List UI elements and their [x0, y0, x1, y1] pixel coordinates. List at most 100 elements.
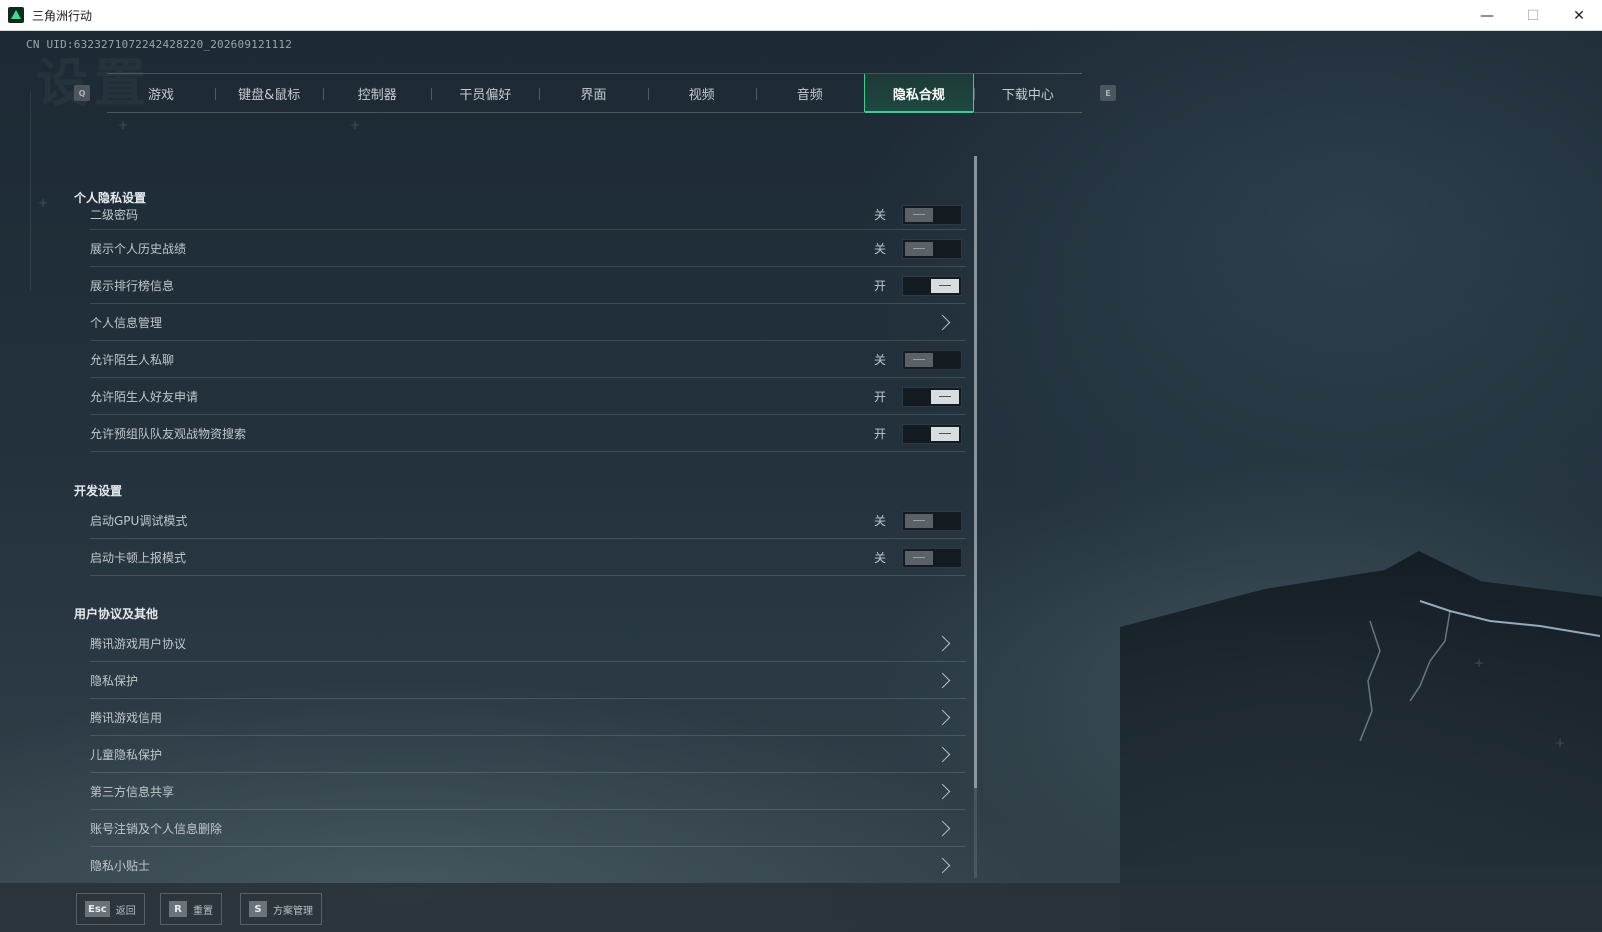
- setting-row[interactable]: 二级密码 关: [90, 200, 966, 230]
- setting-row[interactable]: 展示排行榜信息 开: [90, 268, 966, 304]
- toggle-switch[interactable]: [902, 423, 962, 444]
- toggle-switch[interactable]: [902, 386, 962, 407]
- setting-row[interactable]: 儿童隐私保护: [90, 737, 966, 773]
- setting-label: 允许陌生人私聊: [90, 353, 175, 367]
- settings-screen: 设置 + + + + + CN UID:63232710722424282​20…: [0, 31, 1602, 932]
- tab-next-key-icon[interactable]: E: [1100, 85, 1116, 101]
- toggle-knob: [905, 207, 933, 222]
- decorative-ticks: [30, 91, 46, 291]
- background-mountain: [1120, 551, 1602, 931]
- r-key-icon: R: [169, 901, 187, 917]
- chevron-right-icon: [934, 314, 951, 331]
- settings-tab-bar: Q 游戏 键盘&鼠标 控制器 干员偏好 界面 视频 音频 隐私合规 下载中心 E: [64, 73, 1120, 113]
- tab-item[interactable]: 游戏: [107, 74, 215, 112]
- plus-decoration-icon: +: [350, 118, 361, 132]
- esc-key-icon: Esc: [85, 901, 110, 917]
- tab-item[interactable]: 下载中心: [973, 74, 1082, 112]
- setting-row[interactable]: 腾讯游戏用户协议: [90, 626, 966, 662]
- setting-label: 启动GPU调试模式: [90, 514, 188, 528]
- section-title-agreements: 用户协议及其他: [74, 607, 159, 621]
- plus-decoration-icon: +: [38, 196, 49, 210]
- tab-list: 游戏 键盘&鼠标 控制器 干员偏好 界面 视频 音频 隐私合规 下载中心: [107, 73, 1082, 113]
- tab-item[interactable]: 控制器: [323, 74, 431, 112]
- tab-item[interactable]: 键盘&鼠标: [215, 74, 323, 112]
- reset-label: 重置: [193, 905, 213, 917]
- setting-label: 二级密码: [90, 208, 139, 222]
- toggle-knob: [905, 513, 933, 528]
- toggle-state-text: 关: [873, 242, 886, 256]
- toggle-knob: [905, 241, 933, 256]
- setting-row[interactable]: 允许陌生人好友申请 开: [90, 379, 966, 415]
- setting-row[interactable]: 个人信息管理: [90, 305, 966, 341]
- toggle-knob: [931, 278, 959, 293]
- tab-item[interactable]: 界面: [539, 74, 647, 112]
- setting-row[interactable]: 允许陌生人私聊 关: [90, 342, 966, 378]
- preset-management-label: 方案管理: [273, 905, 313, 917]
- toggle-knob: [905, 550, 933, 565]
- minimize-button[interactable]: —: [1464, 0, 1510, 31]
- toggle-state-text: 关: [873, 353, 886, 367]
- chevron-right-icon: [934, 820, 951, 837]
- setting-row[interactable]: 启动GPU调试模式 关: [90, 503, 966, 539]
- tab-item[interactable]: 音频: [755, 74, 864, 112]
- setting-row[interactable]: 第三方信息共享: [90, 774, 966, 810]
- tab-item[interactable]: 视频: [647, 74, 756, 112]
- setting-label: 隐私小贴士: [90, 859, 151, 873]
- chevron-right-icon: [934, 635, 951, 652]
- setting-label: 允许陌生人好友申请: [90, 390, 199, 404]
- setting-row[interactable]: 允许预组队队友观战物资搜索 开: [90, 416, 966, 452]
- toggle-knob: [931, 426, 959, 441]
- toggle-state-text: 关: [873, 551, 886, 565]
- close-button[interactable]: ✕: [1556, 0, 1602, 31]
- toggle-switch[interactable]: [902, 510, 962, 531]
- tab-item[interactable]: 隐私合规: [863, 74, 974, 113]
- setting-row[interactable]: 启动卡顿上报模式 关: [90, 540, 966, 576]
- scrollbar-thumb[interactable]: [974, 156, 977, 788]
- toggle-state-text: 关: [873, 514, 886, 528]
- plus-decoration-icon: +: [1474, 656, 1485, 670]
- toggle-switch[interactable]: [902, 238, 962, 259]
- maximize-button[interactable]: ☐: [1510, 0, 1556, 31]
- setting-row[interactable]: 展示个人历史战绩 关: [90, 231, 966, 267]
- setting-label: 第三方信息共享: [90, 785, 175, 799]
- setting-label: 账号注销及个人信息删除: [90, 822, 223, 836]
- setting-row[interactable]: 账号注销及个人信息删除: [90, 811, 966, 847]
- chevron-right-icon: [934, 746, 951, 763]
- chevron-right-icon: [934, 857, 951, 874]
- window-titlebar: 三角洲行动 — ☐ ✕: [0, 0, 1602, 31]
- setting-label: 腾讯游戏信用: [90, 711, 163, 725]
- back-button[interactable]: Esc 返回: [76, 893, 145, 925]
- chevron-right-icon: [934, 709, 951, 726]
- setting-label: 个人信息管理: [90, 316, 163, 330]
- toggle-switch[interactable]: [902, 275, 962, 296]
- setting-row[interactable]: 隐私小贴士: [90, 848, 966, 878]
- window-controls: — ☐ ✕: [1464, 0, 1602, 31]
- toggle-knob: [931, 389, 959, 404]
- settings-panel: 个人隐私设置 二级密码关展示个人历史战绩关展示排行榜信息开个人信息管理 允许陌生人私…: [74, 156, 966, 878]
- tab-prev-key-icon[interactable]: Q: [74, 85, 90, 101]
- toggle-state-text: 开: [873, 390, 886, 404]
- reset-button[interactable]: R 重置: [160, 893, 222, 925]
- plus-decoration-icon: +: [1555, 736, 1566, 750]
- toggle-knob: [905, 352, 933, 367]
- player-uid: CN UID:63232710722424282​20_202609121112: [26, 38, 293, 51]
- setting-label: 腾讯游戏用户协议: [90, 637, 187, 651]
- setting-label: 启动卡顿上报模式: [90, 551, 187, 565]
- setting-label: 儿童隐私保护: [90, 748, 163, 762]
- toggle-switch[interactable]: [902, 349, 962, 370]
- back-label: 返回: [115, 905, 136, 917]
- setting-row[interactable]: 隐私保护: [90, 663, 966, 699]
- tab-item[interactable]: 干员偏好: [431, 74, 539, 112]
- preset-management-button[interactable]: S 方案管理: [240, 893, 322, 925]
- chevron-right-icon: [934, 672, 951, 689]
- toggle-state-text: 关: [873, 208, 886, 222]
- window-title: 三角洲行动: [32, 8, 93, 23]
- setting-label: 允许预组队队友观战物资搜索: [90, 427, 247, 441]
- setting-label: 展示个人历史战绩: [90, 242, 187, 256]
- setting-label: 展示排行榜信息: [90, 279, 175, 293]
- toggle-switch[interactable]: [902, 547, 962, 568]
- bottom-action-bar: Esc 返回 R 重置 S 方案管理: [0, 883, 1602, 932]
- setting-label: 隐私保护: [90, 674, 139, 688]
- setting-row[interactable]: 腾讯游戏信用: [90, 700, 966, 736]
- toggle-switch[interactable]: [902, 204, 962, 225]
